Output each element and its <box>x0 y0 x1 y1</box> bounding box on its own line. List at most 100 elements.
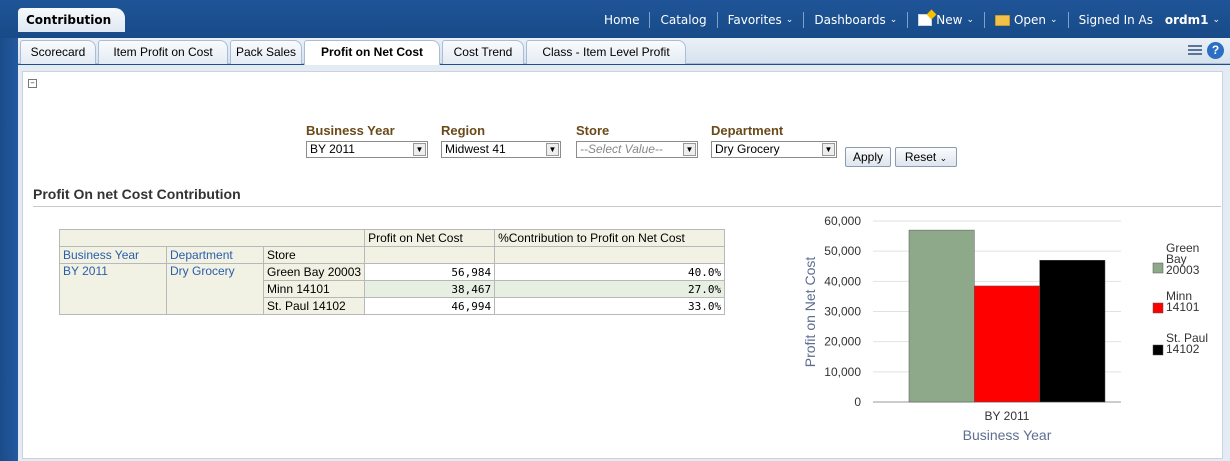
region-value: Midwest 41 <box>445 142 506 156</box>
table-dim-header-row: Business Year Department Store <box>59 246 726 264</box>
home-label: Home <box>604 13 640 27</box>
home-link[interactable]: Home <box>594 12 649 28</box>
table-row: BY 2011 Dry Grocery Green Bay 20003 56,9… <box>59 263 726 315</box>
folder-icon <box>994 14 1010 26</box>
new-menu[interactable]: New ⌄ <box>907 12 984 28</box>
tab-cost-trend[interactable]: Cost Trend <box>442 40 524 64</box>
tab-class-item-level-profit[interactable]: Class - Item Level Profit <box>526 40 686 64</box>
y-tick-label: 40,000 <box>824 274 861 288</box>
bar-green-bay-20003 <box>908 229 975 403</box>
catalog-link[interactable]: Catalog <box>649 12 716 28</box>
y-tick-label: 30,000 <box>824 305 861 319</box>
signed-in-label: Signed In As <box>1078 13 1154 27</box>
table-cell: 46,994 <box>364 297 496 315</box>
department-label: Department <box>711 123 784 138</box>
legend-swatch <box>1152 302 1164 314</box>
bar-st-paul-14102 <box>1039 259 1106 403</box>
dashboards-label: Dashboards <box>814 13 886 27</box>
department-value: Dry Grocery <box>715 142 780 156</box>
business-year-label: Business Year <box>306 123 395 138</box>
column-header[interactable]: Department <box>166 246 264 264</box>
y-tick-label: 0 <box>854 395 861 409</box>
help-icon[interactable]: ? <box>1207 42 1224 59</box>
department-select[interactable]: Dry Grocery ▼ <box>711 141 837 158</box>
dashboards-menu[interactable]: Dashboards ⌄ <box>803 12 907 28</box>
bar-minn-14101 <box>974 285 1040 403</box>
table-cell <box>494 246 726 264</box>
x-tick-label: BY 2011 <box>985 409 1030 423</box>
chevron-down-icon: ⌄ <box>889 15 898 25</box>
y-tick-label: 50,000 <box>824 244 861 258</box>
store-label: Store <box>576 123 610 138</box>
table-cell: 27.0% <box>494 280 726 298</box>
table-cell: 38,467 <box>364 280 496 298</box>
chart-svg: 0 10,000 20,000 30,000 40,000 50,000 60,000 BY … <box>802 214 1208 443</box>
table-cell: 56,984 <box>364 263 496 281</box>
pivot-table: Profit on Net Cost %Contribution to Prof… <box>58 229 726 315</box>
table-measure-header-row: Profit on Net Cost %Contribution to Prof… <box>58 229 726 247</box>
apply-button[interactable]: Apply <box>845 147 891 167</box>
dashboard-title-tab[interactable]: Contribution <box>18 8 126 32</box>
favorites-menu[interactable]: Favorites ⌄ <box>716 12 804 28</box>
table-cell: St. Paul 14102 <box>262 297 366 315</box>
dropdown-arrow-icon[interactable]: ▼ <box>822 143 835 156</box>
new-document-icon <box>918 14 933 26</box>
region-label: Region <box>441 123 486 138</box>
table-cell[interactable]: Dry Grocery <box>166 263 264 315</box>
dropdown-arrow-icon[interactable]: ▼ <box>546 143 559 156</box>
column-header: Profit on Net Cost <box>364 229 496 247</box>
header-bar: Contribution Home Catalog Favorites ⌄ Das… <box>0 0 1230 38</box>
chevron-down-icon: ⌄ <box>966 15 974 25</box>
legend-swatch <box>1152 344 1164 356</box>
favorites-label: Favorites <box>727 13 782 27</box>
chevron-down-icon: ⌄ <box>785 15 794 25</box>
table-cell: 40.0% <box>494 263 726 281</box>
prompt-region: Region Midwest 41 ▼ <box>441 123 561 158</box>
section-title: Profit On net Cost Contribution <box>33 186 241 202</box>
table-corner-cell <box>58 229 366 247</box>
x-axis-title: Business Year <box>963 427 1052 443</box>
region-select[interactable]: Midwest 41 ▼ <box>441 141 561 158</box>
table-cell <box>364 246 496 264</box>
reset-button[interactable]: Reset ⌄ <box>895 147 957 167</box>
page-options-icon[interactable] <box>1188 44 1202 57</box>
y-tick-label: 10,000 <box>824 365 861 379</box>
user-name: ordm1 <box>1164 13 1209 27</box>
column-header: Store <box>262 246 366 264</box>
user-menu[interactable]: Signed In As ordm1 ⌄ <box>1067 12 1230 28</box>
legend-label: 20003 <box>1166 263 1200 277</box>
table-cell: Green Bay 20003 <box>262 263 366 281</box>
prompt-store: Store --Select Value-- ▼ <box>576 123 698 158</box>
dropdown-arrow-icon[interactable]: ▼ <box>683 143 696 156</box>
bar-chart: 0 10,000 20,000 30,000 40,000 50,000 60,000 BY … <box>763 212 1223 452</box>
y-tick-label: 60,000 <box>824 214 861 228</box>
store-select[interactable]: --Select Value-- ▼ <box>576 141 698 158</box>
open-menu[interactable]: Open ⌄ <box>983 12 1068 28</box>
prompt-business-year: Business Year BY 2011 ▼ <box>306 123 428 158</box>
collapse-toggle-icon[interactable]: – <box>28 79 37 88</box>
tab-pack-sales[interactable]: Pack Sales <box>230 40 302 64</box>
tab-scorecard[interactable]: Scorecard <box>20 40 96 64</box>
reset-label: Reset <box>904 150 937 164</box>
column-header[interactable]: Business Year <box>59 246 167 264</box>
section-divider <box>33 206 1221 207</box>
business-year-select[interactable]: BY 2011 ▼ <box>306 141 428 158</box>
store-value: --Select Value-- <box>580 142 663 156</box>
table-cell: Minn 14101 <box>262 280 366 298</box>
legend-swatch <box>1152 262 1164 274</box>
table-cell: 33.0% <box>494 297 726 315</box>
catalog-label: Catalog <box>660 13 707 27</box>
left-edge <box>0 38 18 461</box>
page-tabs: Scorecard Item Profit on Cost Pack Sales… <box>18 38 1230 65</box>
open-label: Open <box>1013 13 1047 27</box>
dropdown-arrow-icon[interactable]: ▼ <box>413 143 426 156</box>
dashboard-section: – Business Year BY 2011 ▼ Region Midwest … <box>22 71 1223 459</box>
table-cell[interactable]: BY 2011 <box>59 263 167 315</box>
chevron-down-icon: ⌄ <box>939 153 948 163</box>
global-nav: Home Catalog Favorites ⌄ Dashboards ⌄ New ⌄… <box>594 8 1230 32</box>
column-header: %Contribution to Profit on Net Cost <box>494 229 726 247</box>
tab-profit-on-net-cost[interactable]: Profit on Net Cost <box>304 40 440 65</box>
chevron-down-icon: ⌄ <box>1212 15 1220 25</box>
legend-label: 14102 <box>1166 342 1200 356</box>
tab-item-profit-on-cost[interactable]: Item Profit on Cost <box>98 40 228 64</box>
